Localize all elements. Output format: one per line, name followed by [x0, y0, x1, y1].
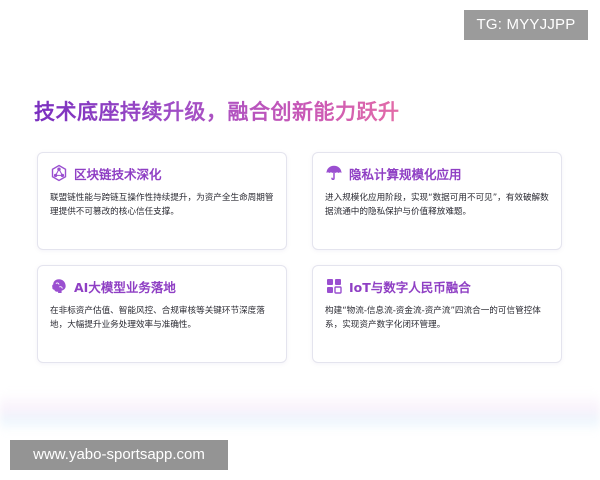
card-description: 进入规模化应用阶段，实现“数据可用不可见”，有效破解数据流通中的隐私保护与价值释… — [325, 193, 549, 217]
watermark-bottom-left: www.yabo-sportsapp.com — [10, 440, 228, 470]
watermark-top-right: TG: MYYJJPP — [464, 10, 588, 40]
card-title: 区块链技术深化 — [74, 166, 162, 182]
card-title: IoT与数字人民币融合 — [349, 279, 471, 295]
card-description: 联盟链性能与跨链互操作性持续提升，为资产全生命周期管理提供不可篡改的核心信任支撑… — [50, 193, 274, 217]
page-title: 技术底座持续升级，融合创新能力跃升 — [34, 96, 400, 126]
feature-card-ai-model: AI大模型业务落地 在非标资产估值、智能风控、合规审核等关键环节深度落地，大幅提… — [37, 265, 287, 363]
feature-card-blockchain: 区块链技术深化 联盟链性能与跨链互操作性持续提升，为资产全生命周期管理提供不可篡… — [37, 152, 287, 250]
feature-card-privacy-computing: 隐私计算规模化应用 进入规模化应用阶段，实现“数据可用不可见”，有效破解数据流通… — [312, 152, 562, 250]
umbrella-icon — [326, 165, 342, 180]
card-description: 在非标资产估值、智能风控、合规审核等关键环节深度落地，大幅提升业务处理效率与准确… — [50, 306, 265, 330]
blockchain-icon — [51, 164, 67, 182]
bottom-decor-glow — [0, 392, 600, 432]
card-title: AI大模型业务落地 — [74, 279, 176, 295]
card-title: 隐私计算规模化应用 — [349, 166, 462, 182]
card-header: IoT与数字人民币融合 — [325, 276, 551, 296]
card-header: AI大模型业务落地 — [50, 276, 276, 296]
iot-grid-icon — [327, 279, 342, 294]
brain-icon — [52, 279, 66, 293]
feature-card-iot-digital-rmb: IoT与数字人民币融合 构建“物流-信息流-资金流-资产流”四流合一的可信管控体… — [312, 265, 562, 363]
card-header: 隐私计算规模化应用 — [325, 163, 551, 183]
card-description: 构建“物流-信息流-资金流-资产流”四流合一的可信管控体系，实现资产数字化闭环管… — [325, 306, 541, 330]
card-header: 区块链技术深化 — [50, 163, 276, 183]
